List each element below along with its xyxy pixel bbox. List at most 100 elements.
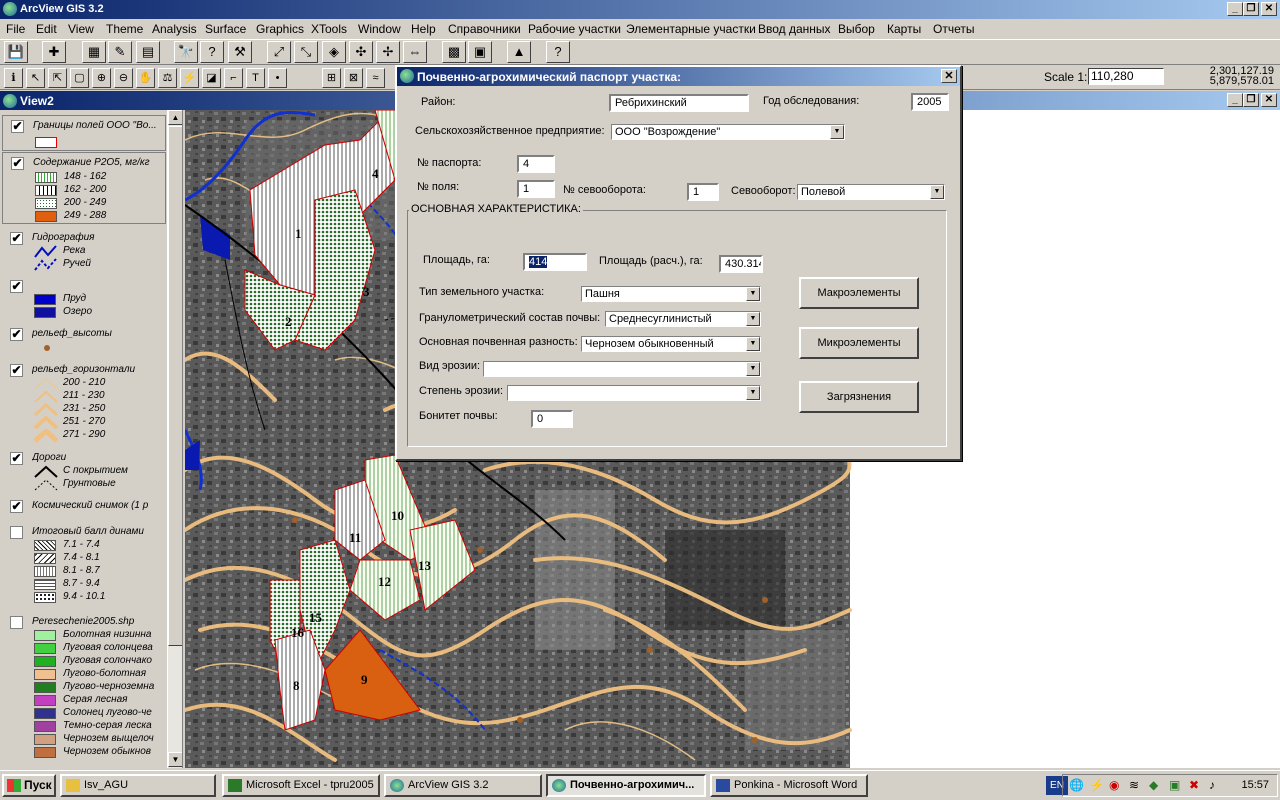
area-of-interest-icon[interactable]: ◪ [202,68,221,88]
xtools-tool-icon[interactable]: ⊠ [344,68,363,88]
scale-input[interactable]: 110,280 [1088,68,1164,85]
dropdown-arrow-icon[interactable]: ▼ [746,312,760,326]
dropdown-arrow-icon[interactable]: ▼ [830,125,844,139]
open-table-icon[interactable]: ▤ [136,41,160,63]
toc-scrollbar[interactable]: ▲ ▼ [167,110,182,768]
minimize-button[interactable]: _ [1227,2,1243,16]
theme-water-bodies[interactable]: ✔ Пруд Озеро [2,278,166,322]
area-calc-field[interactable]: 430.314 [719,255,763,273]
menu-data-entry[interactable]: Ввод данных [758,22,831,36]
tray-globe-icon[interactable]: 🌐 [1069,778,1084,792]
menu-file[interactable]: File [6,22,25,36]
theme-visibility-checkbox[interactable]: ✔ [10,364,23,377]
hotlink-icon[interactable]: ⚡ [180,68,199,88]
zoom-out-tool-icon[interactable]: ⊖ [114,68,133,88]
view-maximize-button[interactable]: ❐ [1243,93,1259,107]
theme-visibility-checkbox[interactable]: ✔ [10,328,23,341]
contour-tool-icon[interactable]: ≈ [366,68,385,88]
pointer-icon[interactable]: ↖ [26,68,45,88]
passport-field[interactable]: 4 [517,155,555,173]
view-close-button[interactable]: ✕ [1261,93,1277,107]
menu-view[interactable]: View [68,22,94,36]
select-by-theme-icon[interactable]: ▩ [442,41,466,63]
text-tool-icon[interactable]: T [246,68,265,88]
dropdown-arrow-icon[interactable]: ▼ [746,362,760,376]
view-minimize-button[interactable]: _ [1227,93,1243,107]
theme-p2o5[interactable]: ✔ Содержание P2O5, мг/кг 148 - 162 162 -… [2,152,166,224]
erosion-degree-combo[interactable]: ▼ [507,385,761,401]
scroll-thumb[interactable] [168,126,182,646]
add-theme-icon[interactable]: ✚ [42,41,66,63]
scroll-up-icon[interactable]: ▲ [168,110,182,125]
menu-graphics[interactable]: Graphics [256,22,304,36]
task-soil-passport[interactable]: Почвенно-агрохимич... [546,774,706,797]
erosion-type-combo[interactable]: ▼ [483,361,761,377]
tray-app-icon[interactable]: ▣ [1169,778,1180,792]
theme-field-boundaries[interactable]: ✔ Границы полей ООО "Во... [2,115,166,151]
task-excel[interactable]: Microsoft Excel - tpru2005 [222,774,380,797]
query-builder-icon[interactable]: ⚒ [228,41,252,63]
edit-legend-icon[interactable]: ✎ [108,41,132,63]
menu-window[interactable]: Window [358,22,401,36]
save-icon[interactable]: 💾 [4,41,28,63]
maximize-button[interactable]: ❐ [1243,2,1259,16]
start-button[interactable]: Пуск [2,774,56,797]
tray-wifi-icon[interactable]: ≋ [1129,778,1139,792]
theme-hydrography[interactable]: ✔ Гидрография Река Ручей [2,228,166,271]
zoom-active-icon[interactable]: ⤡ [294,41,318,63]
macroelements-button[interactable]: Макроэлементы [799,277,919,309]
zoom-selected-icon[interactable]: ◈ [322,41,346,63]
dropdown-arrow-icon[interactable]: ▼ [746,337,760,351]
district-field[interactable]: Ребрихинский [609,94,749,112]
theme-visibility-checkbox[interactable]: ✔ [10,280,23,293]
microelements-button[interactable]: Микроэлементы [799,327,919,359]
soil-combo[interactable]: Чернозем обыкновенный ▼ [581,336,761,352]
measure-icon[interactable]: ⚖ [158,68,177,88]
zoom-full-icon[interactable]: ⤢ [267,41,291,63]
bonitet-field[interactable]: 0 [531,410,573,428]
scroll-down-icon[interactable]: ▼ [168,752,182,767]
vertex-edit-icon[interactable]: ⇱ [48,68,67,88]
menu-work-plots[interactable]: Рабочие участки [528,22,621,36]
zoom-previous-icon[interactable]: ⇔ [403,41,427,63]
menu-xtools[interactable]: XTools [311,22,347,36]
tray-antivirus-icon[interactable]: ◉ [1109,778,1119,792]
dropdown-arrow-icon[interactable]: ▼ [930,185,944,199]
snap-tool-icon[interactable]: ⊞ [322,68,341,88]
task-arcview[interactable]: ArcView GIS 3.2 [384,774,542,797]
rotation-combo[interactable]: Полевой ▼ [797,184,945,200]
theme-roads[interactable]: ✔ Дороги С покрытием Грунтовые [2,450,166,494]
land-type-combo[interactable]: Пашня ▼ [581,286,761,302]
task-word[interactable]: Ponkina - Microsoft Word [710,774,868,797]
menu-reports[interactable]: Отчеты [933,22,974,36]
theme-soils[interactable]: Peresechenie2005.shp Болотная низинна Лу… [2,614,166,768]
dropdown-arrow-icon[interactable]: ▼ [746,287,760,301]
theme-visibility-checkbox[interactable] [10,616,23,629]
theme-satellite-image[interactable]: ✔ Космический снимок (1 р [2,498,166,518]
draw-point-icon[interactable]: • [268,68,287,88]
theme-total-score[interactable]: Итоговый балл динами 7.1 - 7.4 7.4 - 8.1… [2,524,166,608]
identify-icon[interactable]: ℹ [4,68,23,88]
theme-visibility-checkbox[interactable] [10,526,23,539]
label-icon[interactable]: ⌐ [224,68,243,88]
theme-visibility-checkbox[interactable]: ✔ [11,157,24,170]
layout-icon[interactable]: ▲ [507,41,531,63]
enterprise-combo[interactable]: ООО "Возрождение" ▼ [611,124,845,140]
pollution-button[interactable]: Загрязнения [799,381,919,413]
dialog-close-button[interactable]: ✕ [941,69,957,83]
find-icon[interactable]: 🔭 [174,41,198,63]
menu-maps[interactable]: Карты [887,22,921,36]
zoom-in-icon[interactable]: ✣ [349,41,373,63]
theme-relief-heights[interactable]: ✔ рельеф_высоты [2,326,166,358]
select-feature-icon[interactable]: ▢ [70,68,89,88]
theme-properties-icon[interactable]: ▦ [82,41,106,63]
close-button[interactable]: ✕ [1261,2,1277,16]
pan-hand-icon[interactable]: ✋ [136,68,155,88]
help-cursor-icon[interactable]: ? [546,41,570,63]
theme-visibility-checkbox[interactable]: ✔ [11,120,24,133]
theme-visibility-checkbox[interactable]: ✔ [10,232,23,245]
year-field[interactable]: 2005 [911,93,949,111]
dropdown-arrow-icon[interactable]: ▼ [746,386,760,400]
menu-select[interactable]: Выбор [838,22,875,36]
rotation-no-field[interactable]: 1 [687,183,719,201]
